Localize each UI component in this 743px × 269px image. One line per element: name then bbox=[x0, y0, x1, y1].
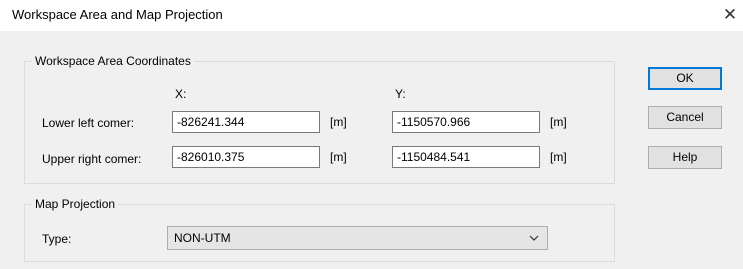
dialog-title: Workspace Area and Map Projection bbox=[12, 7, 223, 22]
lower-left-x-field[interactable]: -826241.344 bbox=[172, 111, 320, 133]
dialog-client-area: Workspace Area Coordinates X: Y: Lower l… bbox=[0, 31, 743, 269]
map-projection-group-label: Map Projection bbox=[32, 197, 119, 211]
help-button[interactable]: Help bbox=[648, 146, 722, 169]
projection-type-select[interactable]: NON-UTM bbox=[167, 226, 548, 250]
y-column-header: Y: bbox=[395, 87, 406, 101]
upper-right-corner-label: Upper right comer: bbox=[42, 152, 142, 166]
chevron-down-icon bbox=[528, 232, 540, 247]
projection-type-value: NON-UTM bbox=[174, 231, 231, 245]
lower-left-y-unit: [m] bbox=[550, 115, 567, 129]
workspace-coordinates-group-label: Workspace Area Coordinates bbox=[32, 54, 194, 68]
lower-left-x-unit: [m] bbox=[330, 115, 347, 129]
upper-right-x-unit: [m] bbox=[330, 150, 347, 164]
upper-right-y-field[interactable]: -1150484.541 bbox=[392, 146, 540, 168]
workspace-dialog: Workspace Area and Map Projection ✕ Work… bbox=[0, 0, 743, 269]
lower-left-corner-label: Lower left comer: bbox=[42, 116, 135, 130]
upper-right-y-unit: [m] bbox=[550, 150, 567, 164]
ok-button[interactable]: OK bbox=[648, 67, 722, 90]
lower-left-y-field[interactable]: -1150570.966 bbox=[392, 111, 540, 133]
close-icon[interactable]: ✕ bbox=[720, 4, 740, 26]
x-column-header: X: bbox=[175, 87, 187, 101]
projection-type-label: Type: bbox=[42, 232, 72, 246]
cancel-button[interactable]: Cancel bbox=[648, 106, 722, 129]
upper-right-x-field[interactable]: -826010.375 bbox=[172, 146, 320, 168]
